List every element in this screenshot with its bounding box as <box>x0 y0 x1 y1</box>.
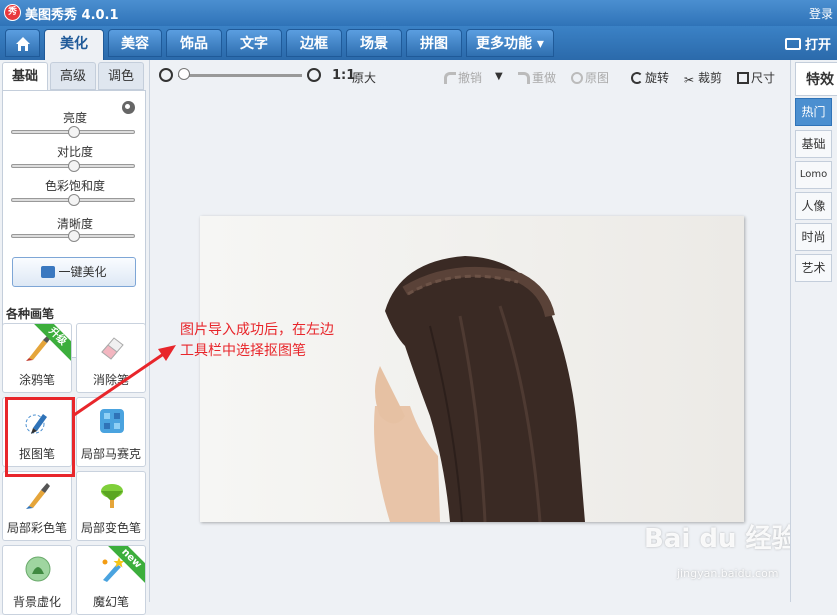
blur-icon <box>25 556 51 582</box>
instruction-annotation: 图片导入成功后，在左边 工具栏中选择抠图笔 <box>180 322 334 359</box>
title-bar: 秀 美图秀秀 4.0.1 登录 <box>0 0 837 26</box>
scissors-icon: ✂ <box>684 73 695 87</box>
tab-beautify[interactable]: 美化 <box>44 29 104 60</box>
effect-category-fashion[interactable]: 时尚 <box>795 223 832 251</box>
rotate-button[interactable]: 旋转 <box>631 69 669 86</box>
open-button[interactable]: 打开 <box>784 34 831 53</box>
saturation-knob[interactable] <box>68 194 80 206</box>
tab-accessories[interactable]: 饰品 <box>166 29 222 57</box>
effects-header: 特效 <box>795 62 837 96</box>
resize-button[interactable]: 尺寸 <box>737 69 775 86</box>
tool-local-color-pen[interactable]: 局部彩色笔 <box>2 471 72 541</box>
subtab-basic[interactable]: 基础 <box>2 62 48 90</box>
main-tab-bar: 美化 美容 饰品 文字 边框 场景 拼图 更多功能 ▾ 打开 <box>0 26 837 60</box>
rotate-icon <box>631 72 643 84</box>
app-title: 美图秀秀 4.0.1 <box>25 8 119 23</box>
effects-panel: 特效 热门 基础 Lomo 人像 时尚 艺术 <box>790 60 837 602</box>
zoom-knob[interactable] <box>178 68 190 80</box>
baidu-watermark-url: jingyan.baidu.com <box>677 567 779 580</box>
brightness-slider[interactable] <box>11 126 135 138</box>
folder-icon <box>784 38 801 50</box>
left-panel: 基础 高级 调色 亮度 对比度 色彩饱和度 清晰度 一键美化 各种画笔 升级 涂… <box>0 60 150 615</box>
tool-doodle-pen[interactable]: 升级 涂鸦笔 <box>2 323 72 393</box>
undo-dropdown[interactable]: ▼ <box>495 71 503 82</box>
effect-category-lomo[interactable]: Lomo <box>795 161 832 189</box>
brushes-section-title: 各种画笔 <box>6 307 55 321</box>
cutout-pen-highlight <box>5 397 75 477</box>
tool-local-mosaic[interactable]: 局部马赛克 <box>76 397 146 467</box>
subtab-color[interactable]: 调色 <box>98 62 144 90</box>
tab-scenes[interactable]: 场景 <box>346 29 402 57</box>
sharpness-knob[interactable] <box>68 230 80 242</box>
undo-button[interactable]: 撤销 <box>444 69 482 86</box>
original-size-button[interactable]: 原大 <box>352 69 376 86</box>
tool-background-blur[interactable]: 背景虚化 <box>2 545 72 615</box>
tool-local-recolor-pen[interactable]: 局部变色笔 <box>76 471 146 541</box>
undo-icon <box>444 72 456 84</box>
zoom-in-icon[interactable] <box>307 68 321 82</box>
tab-text[interactable]: 文字 <box>226 29 282 57</box>
tool-eraser-pen[interactable]: 消除笔 <box>76 323 146 393</box>
contrast-knob[interactable] <box>68 160 80 172</box>
tab-collage[interactable]: 拼图 <box>406 29 462 57</box>
tab-beauty[interactable]: 美容 <box>108 29 162 57</box>
effect-category-basic[interactable]: 基础 <box>795 130 832 158</box>
redo-button[interactable]: 重做 <box>518 69 556 86</box>
resize-icon <box>737 72 749 84</box>
subtab-advanced[interactable]: 高级 <box>50 62 96 90</box>
color-brush-icon <box>26 483 50 509</box>
effect-category-portrait[interactable]: 人像 <box>795 192 832 220</box>
zoom-out-icon[interactable] <box>159 68 173 82</box>
tab-frames[interactable]: 边框 <box>286 29 342 57</box>
brightness-knob[interactable] <box>68 126 80 138</box>
tab-more-functions[interactable]: 更多功能 ▾ <box>466 29 554 57</box>
mosaic-icon <box>100 409 124 433</box>
one-key-beautify-button[interactable]: 一键美化 <box>12 257 136 287</box>
crop-button[interactable]: ✂ 裁剪 <box>684 69 722 86</box>
home-icon <box>15 37 30 51</box>
photo-image <box>374 256 585 522</box>
login-link[interactable]: 登录 <box>809 5 833 22</box>
contrast-slider[interactable] <box>11 160 135 172</box>
photo-canvas[interactable] <box>200 216 744 522</box>
saturation-label: 色彩饱和度 <box>44 179 105 193</box>
canvas-toolbar: 1:1 原大 撤销 ▼ 重做 原图 旋转 ✂ 裁剪 尺寸 <box>150 60 788 92</box>
circle-icon <box>571 72 583 84</box>
redo-icon <box>518 72 530 84</box>
effect-category-art[interactable]: 艺术 <box>795 254 832 282</box>
sharpness-slider[interactable] <box>11 230 135 242</box>
beautify-icon <box>41 266 56 278</box>
saturation-slider[interactable] <box>11 194 135 206</box>
tool-magic-pen[interactable]: new 魔幻笔 <box>76 545 146 615</box>
zoom-slider[interactable] <box>178 74 302 77</box>
app-logo-icon: 秀 <box>4 4 21 21</box>
original-image-button[interactable]: 原图 <box>571 69 609 86</box>
contrast-label: 对比度 <box>56 145 93 159</box>
eraser-icon <box>101 337 124 360</box>
baidu-watermark: Bai du 经验 <box>644 524 798 554</box>
effect-category-hot[interactable]: 热门 <box>795 98 832 126</box>
paint-bucket-icon <box>101 484 123 508</box>
brightness-label: 亮度 <box>62 111 87 125</box>
tab-home[interactable] <box>5 29 40 57</box>
